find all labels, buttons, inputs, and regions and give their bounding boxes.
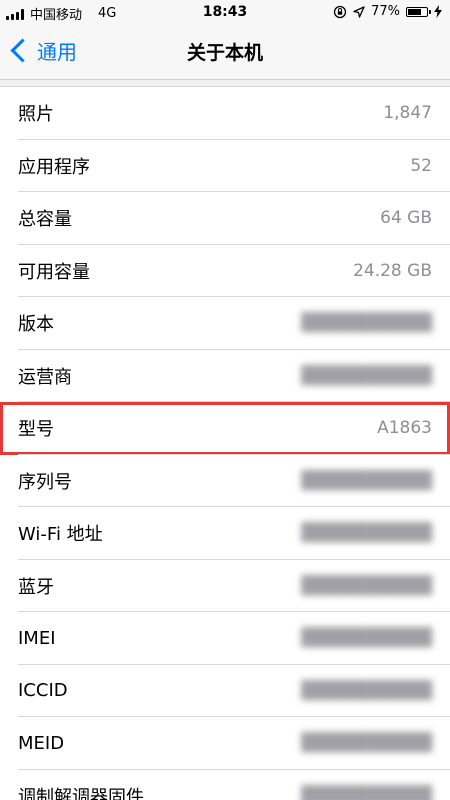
battery-level xyxy=(408,8,421,15)
obscured-value: ██████████ xyxy=(301,733,432,754)
row-label: 可用容量 xyxy=(18,261,90,283)
settings-row[interactable]: 版本 ██████████ xyxy=(0,297,450,350)
settings-row[interactable]: ICCID ██████████ xyxy=(0,665,450,718)
settings-row[interactable]: 总容量 64 GB xyxy=(0,192,450,245)
row-value: 52 xyxy=(410,155,432,176)
row-value: A1863 xyxy=(377,418,432,439)
about-phone-screen: 中国移动 4G 18:43 77% 通用 关于本机 照片 1,847 应用程序 … xyxy=(0,0,450,800)
settings-row[interactable]: 序列号 ██████████ xyxy=(0,455,450,508)
obscured-value: ██████████ xyxy=(301,365,432,386)
obscured-value: ██████████ xyxy=(301,575,432,596)
row-label: MEID xyxy=(18,732,65,754)
row-label: ICCID xyxy=(18,680,68,702)
obscured-value: ██████████ xyxy=(301,313,432,334)
row-label: 照片 xyxy=(18,104,54,126)
obscured-value: ██████████ xyxy=(301,785,432,800)
row-label: 总容量 xyxy=(18,209,72,231)
row-label: 应用程序 xyxy=(18,156,90,178)
row-label: 调制解调器固件 xyxy=(18,786,144,800)
row-label: 蓝牙 xyxy=(18,576,54,598)
obscured-value: ██████████ xyxy=(301,523,432,544)
row-label: 序列号 xyxy=(18,471,72,493)
settings-row[interactable]: 型号 A1863 xyxy=(0,402,450,455)
status-right: 77% xyxy=(333,4,442,19)
row-label: IMEI xyxy=(18,627,56,649)
row-label: 型号 xyxy=(18,419,54,441)
orientation-lock-icon xyxy=(333,5,347,18)
settings-list: 照片 1,847 应用程序 52 总容量 64 GB 可用容量 24.28 GB 版本 █████… xyxy=(0,80,450,800)
navigation-bar: 通用 关于本机 xyxy=(0,26,450,80)
row-value: 64 GB xyxy=(380,208,432,229)
settings-row[interactable]: 可用容量 24.28 GB xyxy=(0,245,450,298)
obscured-value: ██████████ xyxy=(301,680,432,701)
status-bar: 中国移动 4G 18:43 77% xyxy=(0,0,450,26)
row-label: 运营商 xyxy=(18,366,72,388)
settings-row[interactable]: IMEI ██████████ xyxy=(0,612,450,665)
settings-row[interactable]: Wi-Fi 地址 ██████████ xyxy=(0,507,450,560)
settings-row[interactable]: 运营商 ██████████ xyxy=(0,350,450,403)
obscured-value: ██████████ xyxy=(301,470,432,491)
row-value: 1,847 xyxy=(383,103,432,124)
settings-row[interactable]: 照片 1,847 xyxy=(0,87,450,140)
battery-icon xyxy=(406,6,431,17)
row-label: 版本 xyxy=(18,314,54,336)
page-title: 关于本机 xyxy=(186,42,263,64)
battery-percent: 77% xyxy=(371,4,400,19)
charging-icon xyxy=(434,5,442,18)
settings-row[interactable]: MEID ██████████ xyxy=(0,717,450,770)
settings-group: 照片 1,847 应用程序 52 总容量 64 GB 可用容量 24.28 GB 版本 █████… xyxy=(0,86,450,800)
row-value: 24.28 GB xyxy=(353,260,432,281)
row-label: Wi-Fi 地址 xyxy=(18,524,103,546)
obscured-value: ██████████ xyxy=(301,628,432,649)
settings-row[interactable]: 应用程序 52 xyxy=(0,140,450,193)
location-icon xyxy=(353,5,365,18)
settings-row[interactable]: 蓝牙 ██████████ xyxy=(0,560,450,613)
settings-row[interactable]: 调制解调器固件 ██████████ xyxy=(0,770,450,800)
